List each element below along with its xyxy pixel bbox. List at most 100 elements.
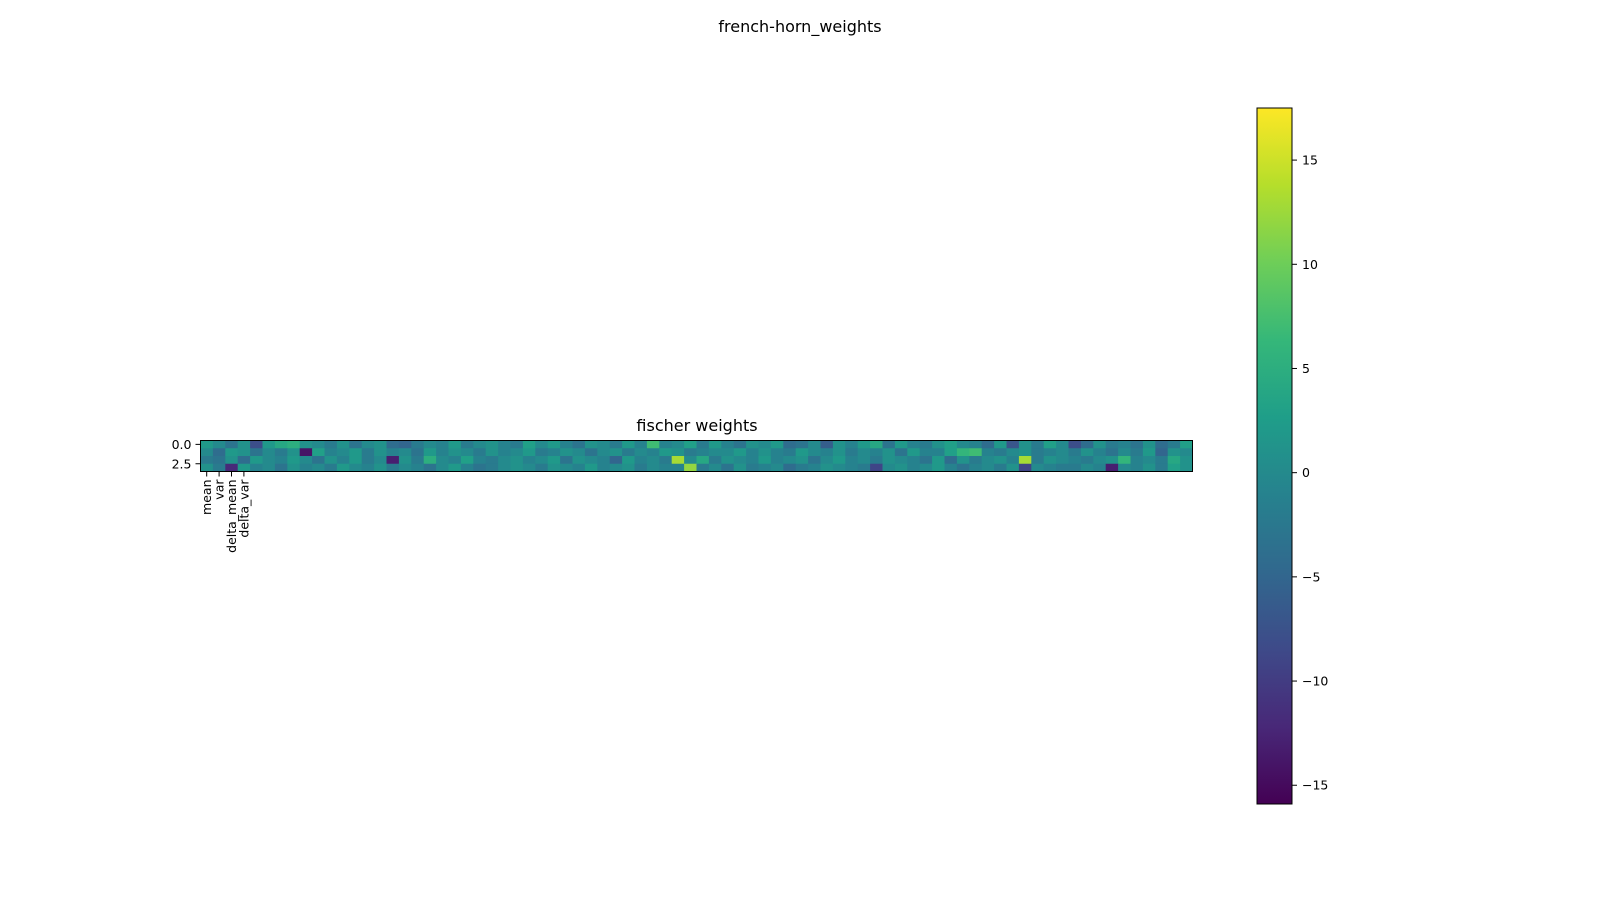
heatmap-cell bbox=[510, 456, 524, 465]
heatmap-cell bbox=[708, 440, 722, 449]
heatmap-cell bbox=[1118, 463, 1131, 472]
heatmap-cell bbox=[609, 440, 623, 449]
heatmap-cell bbox=[622, 463, 635, 472]
heatmap-cell bbox=[671, 448, 685, 457]
heatmap-cell bbox=[659, 440, 673, 449]
heatmap-cell bbox=[956, 463, 970, 472]
heatmap-cell bbox=[1155, 456, 1169, 465]
heatmap-cell bbox=[684, 463, 697, 472]
heatmap-cell bbox=[299, 463, 313, 472]
heatmap-cell bbox=[622, 456, 635, 465]
heatmap-cell bbox=[845, 456, 859, 465]
heatmap-cell bbox=[510, 463, 524, 472]
heatmap-cell bbox=[882, 463, 896, 472]
heatmap-cell bbox=[473, 456, 487, 465]
heatmap-cell bbox=[473, 463, 487, 472]
heatmap-cell bbox=[312, 448, 325, 457]
heatmap-cell bbox=[1056, 456, 1069, 465]
colorbar-gradient bbox=[1256, 107, 1293, 805]
heatmap-cell bbox=[299, 456, 313, 465]
heatmap-cell bbox=[597, 456, 611, 465]
heatmap-cell bbox=[411, 456, 425, 465]
heatmap-cell bbox=[1068, 440, 1082, 449]
heatmap-cell bbox=[1056, 463, 1069, 472]
heatmap-cell bbox=[659, 456, 673, 465]
heatmap-cell bbox=[696, 440, 710, 449]
heatmap-cell bbox=[783, 463, 797, 472]
heatmap-cell bbox=[907, 456, 921, 465]
heatmap-cell bbox=[287, 448, 301, 457]
colorbar: −15 −10 −5 0 5 10 15 bbox=[1256, 107, 1328, 805]
heatmap-cell bbox=[398, 463, 412, 472]
heatmap-cell bbox=[522, 448, 536, 457]
heatmap-cell bbox=[274, 463, 288, 472]
heatmap-cell bbox=[820, 456, 834, 465]
heatmap-cell bbox=[1142, 463, 1156, 472]
heatmap-cell bbox=[485, 440, 499, 449]
heatmap-cell bbox=[783, 448, 797, 457]
heatmap-cell bbox=[411, 463, 425, 472]
heatmap-cell bbox=[659, 448, 673, 457]
heatmap-cell bbox=[225, 448, 239, 457]
heatmap-cell bbox=[1180, 440, 1193, 449]
heatmap-cell bbox=[299, 440, 313, 449]
heatmap-cell bbox=[572, 463, 586, 472]
heatmap-cell bbox=[1006, 456, 1020, 465]
heatmap-cell bbox=[1006, 463, 1020, 472]
heatmap-cell bbox=[882, 456, 896, 465]
heatmap-cell bbox=[646, 463, 660, 472]
heatmap-cell bbox=[212, 448, 226, 457]
heatmap-cell bbox=[1105, 448, 1119, 457]
heatmap-cell bbox=[423, 448, 437, 457]
heatmap-cell bbox=[324, 456, 338, 465]
heatmap-cell bbox=[1031, 456, 1045, 465]
heatmap-cell bbox=[324, 463, 338, 472]
heatmap-cell bbox=[597, 448, 611, 457]
heatmap-cell bbox=[746, 448, 759, 457]
heatmap-cell bbox=[795, 440, 809, 449]
heatmap-cell bbox=[882, 440, 896, 449]
heatmap-cell bbox=[1180, 456, 1193, 465]
heatmap-cell bbox=[783, 456, 797, 465]
heatmap-cell bbox=[684, 440, 697, 449]
heatmap-cell bbox=[448, 440, 462, 449]
heatmap-cell bbox=[374, 463, 387, 472]
heatmap-cell bbox=[312, 463, 325, 472]
heatmap-cell bbox=[746, 440, 759, 449]
heatmap-cell bbox=[336, 463, 350, 472]
heatmap-cell bbox=[547, 456, 561, 465]
y-axis-ticks: 0.02.5 bbox=[172, 437, 201, 471]
heatmap-cell bbox=[287, 440, 301, 449]
heatmap-cell bbox=[684, 456, 697, 465]
heatmap-cell bbox=[932, 440, 945, 449]
heatmap-cell bbox=[411, 440, 425, 449]
heatmap-cell bbox=[907, 440, 921, 449]
heatmap-cell bbox=[361, 440, 375, 449]
heatmap-cell bbox=[944, 448, 958, 457]
heatmap-cell bbox=[1080, 440, 1094, 449]
heatmap-cell bbox=[361, 463, 375, 472]
heatmap-cell bbox=[1068, 463, 1082, 472]
heatmap-cell bbox=[671, 463, 685, 472]
heatmap-cell bbox=[498, 440, 511, 449]
heatmap-cell bbox=[969, 463, 983, 472]
heatmap-cell bbox=[820, 448, 834, 457]
heatmap-cell bbox=[349, 440, 363, 449]
heatmap-cell bbox=[200, 456, 214, 465]
heatmap-cell bbox=[994, 463, 1007, 472]
heatmap-cell bbox=[845, 463, 859, 472]
heatmap-cell bbox=[832, 463, 846, 472]
heatmap-cell bbox=[919, 456, 933, 465]
heatmap-cell bbox=[287, 456, 301, 465]
heatmap-cell bbox=[547, 463, 561, 472]
heatmap-cell bbox=[1068, 456, 1082, 465]
heatmap-cell bbox=[622, 440, 635, 449]
heatmap-cell bbox=[832, 456, 846, 465]
heatmap-cell bbox=[423, 463, 437, 472]
heatmap-cell bbox=[907, 448, 921, 457]
heatmap-cell bbox=[510, 448, 524, 457]
heatmap-cell bbox=[845, 440, 859, 449]
heatmap-cell bbox=[820, 463, 834, 472]
heatmap-cell bbox=[436, 448, 449, 457]
heatmap-cell bbox=[956, 456, 970, 465]
